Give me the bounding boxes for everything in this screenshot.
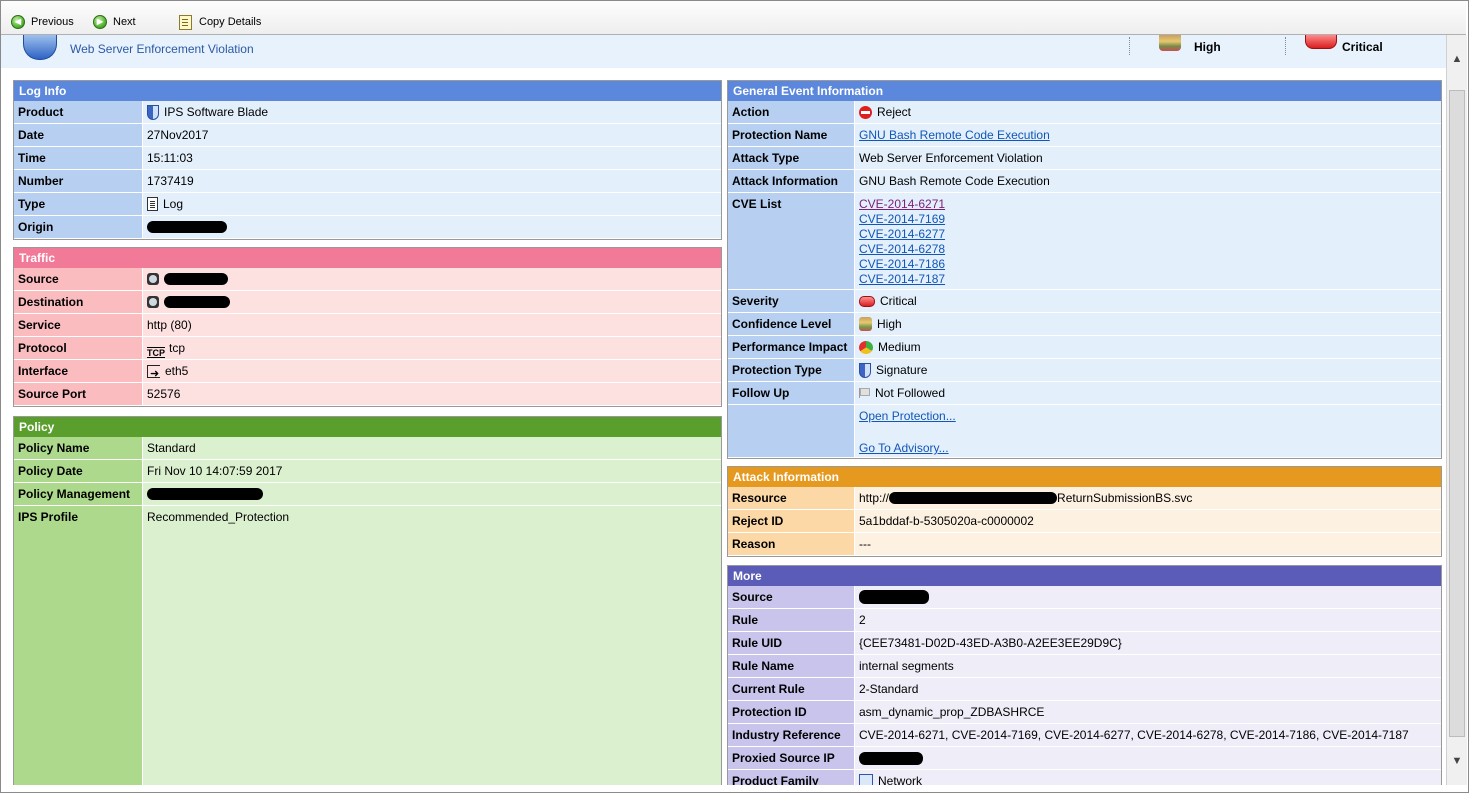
- shield-icon: [147, 104, 159, 120]
- host-icon: [147, 296, 159, 308]
- cve-link[interactable]: CVE-2014-7169: [859, 212, 945, 227]
- toolbar: ◀ Previous ▶ Next Copy Details: [1, 1, 1466, 35]
- header-divider: [1285, 37, 1287, 55]
- log-info-row: Origin: [14, 216, 721, 239]
- critical-icon: [859, 295, 875, 307]
- cve-link[interactable]: CVE-2014-6278: [859, 242, 945, 257]
- more-panel: More Source Rule 2 Rule UID {CEE73481-D0…: [727, 565, 1442, 785]
- log-info-row: Time 15:11:03: [14, 147, 721, 170]
- arrow-left-icon: ◀: [11, 15, 25, 29]
- general-event-title: General Event Information: [728, 81, 1441, 101]
- vertical-scrollbar[interactable]: ▲ ▼: [1446, 35, 1467, 785]
- general-event-panel: General Event Information Action Reject …: [727, 80, 1442, 459]
- go-to-advisory-link[interactable]: Go To Advisory...: [859, 441, 949, 455]
- redacted-value: [147, 221, 227, 233]
- clipboard-icon: [179, 14, 192, 30]
- arrow-right-icon: ▶: [93, 15, 107, 29]
- header-confidence: High: [1194, 40, 1221, 54]
- scroll-thumb[interactable]: [1449, 90, 1465, 737]
- interface-icon: [147, 363, 160, 385]
- traffic-title: Traffic: [14, 248, 721, 268]
- next-button[interactable]: ▶ Next: [93, 14, 136, 30]
- network-icon: [859, 774, 873, 785]
- flag-icon: [859, 388, 870, 398]
- redacted-value: [859, 751, 923, 765]
- severity-critical-icon: [1305, 35, 1337, 49]
- confidence-high-icon: [859, 317, 872, 331]
- tcp-icon: TCP: [147, 347, 165, 358]
- previous-button[interactable]: ◀ Previous: [11, 14, 74, 30]
- reject-icon: [859, 105, 872, 119]
- event-signature: Web Server Enforcement Violation: [70, 42, 254, 56]
- more-title: More: [728, 566, 1441, 586]
- header-divider: [1129, 37, 1131, 55]
- protection-name-link[interactable]: GNU Bash Remote Code Execution: [859, 124, 1050, 146]
- policy-row: Policy Date Fri Nov 10 14:07:59 2017: [14, 460, 721, 483]
- log-info-panel: Log Info Product IPS Software Blade Date…: [13, 80, 722, 240]
- open-protection-link[interactable]: Open Protection...: [859, 409, 956, 423]
- traffic-row: Protocol TCP tcp: [14, 337, 721, 360]
- log-info-row: Number 1737419: [14, 170, 721, 193]
- redacted-value: [889, 492, 1058, 504]
- cve-link[interactable]: CVE-2014-6277: [859, 227, 945, 242]
- performance-gauge-icon: [859, 340, 873, 354]
- policy-row: Policy Management: [14, 483, 721, 506]
- shield-icon: [859, 362, 871, 378]
- attack-info-title: Attack Information: [728, 467, 1441, 487]
- attack-info-panel: Attack Information Resource http://Retur…: [727, 466, 1442, 557]
- copy-details-button[interactable]: Copy Details: [179, 14, 261, 30]
- redacted-value: [147, 488, 263, 500]
- policy-title: Policy: [14, 417, 721, 437]
- header-severity: Critical: [1342, 40, 1383, 54]
- cve-link[interactable]: CVE-2014-7187: [859, 272, 945, 287]
- log-info-row: Product IPS Software Blade: [14, 101, 721, 124]
- policy-row: IPS Profile Recommended_Protection: [14, 506, 721, 785]
- cve-link[interactable]: CVE-2014-6271: [859, 197, 945, 212]
- redacted-value: [859, 590, 929, 604]
- policy-row: Policy Name Standard: [14, 437, 721, 460]
- log-info-row: Type Log: [14, 193, 721, 216]
- event-header: Web Server Enforcement Violation High Cr…: [1, 35, 1446, 68]
- traffic-row: Interface eth5: [14, 360, 721, 385]
- log-details-content: Web Server Enforcement Violation High Cr…: [1, 35, 1446, 785]
- document-icon: [147, 197, 158, 211]
- host-icon: [147, 273, 159, 285]
- scroll-down-icon[interactable]: ▼: [1447, 753, 1467, 770]
- traffic-row: Source Port 52576: [14, 383, 721, 406]
- redacted-value: [164, 273, 228, 285]
- scroll-up-icon[interactable]: ▲: [1447, 51, 1467, 68]
- policy-panel: Policy Policy Name Standard Policy Date …: [13, 416, 722, 785]
- log-info-title: Log Info: [14, 81, 721, 101]
- ips-shield-icon: [23, 35, 57, 60]
- confidence-icon: [1159, 35, 1181, 51]
- traffic-panel: Traffic Source Destination Service http …: [13, 247, 722, 407]
- cve-link[interactable]: CVE-2014-7186: [859, 257, 945, 272]
- traffic-row: Service http (80): [14, 314, 721, 337]
- cve-list-row: CVE List CVE-2014-6271 CVE-2014-7169 CVE…: [728, 193, 1441, 290]
- log-info-row: Date 27Nov2017: [14, 124, 721, 147]
- traffic-row: Destination: [14, 291, 721, 314]
- traffic-row: Source: [14, 268, 721, 291]
- redacted-value: [164, 296, 230, 308]
